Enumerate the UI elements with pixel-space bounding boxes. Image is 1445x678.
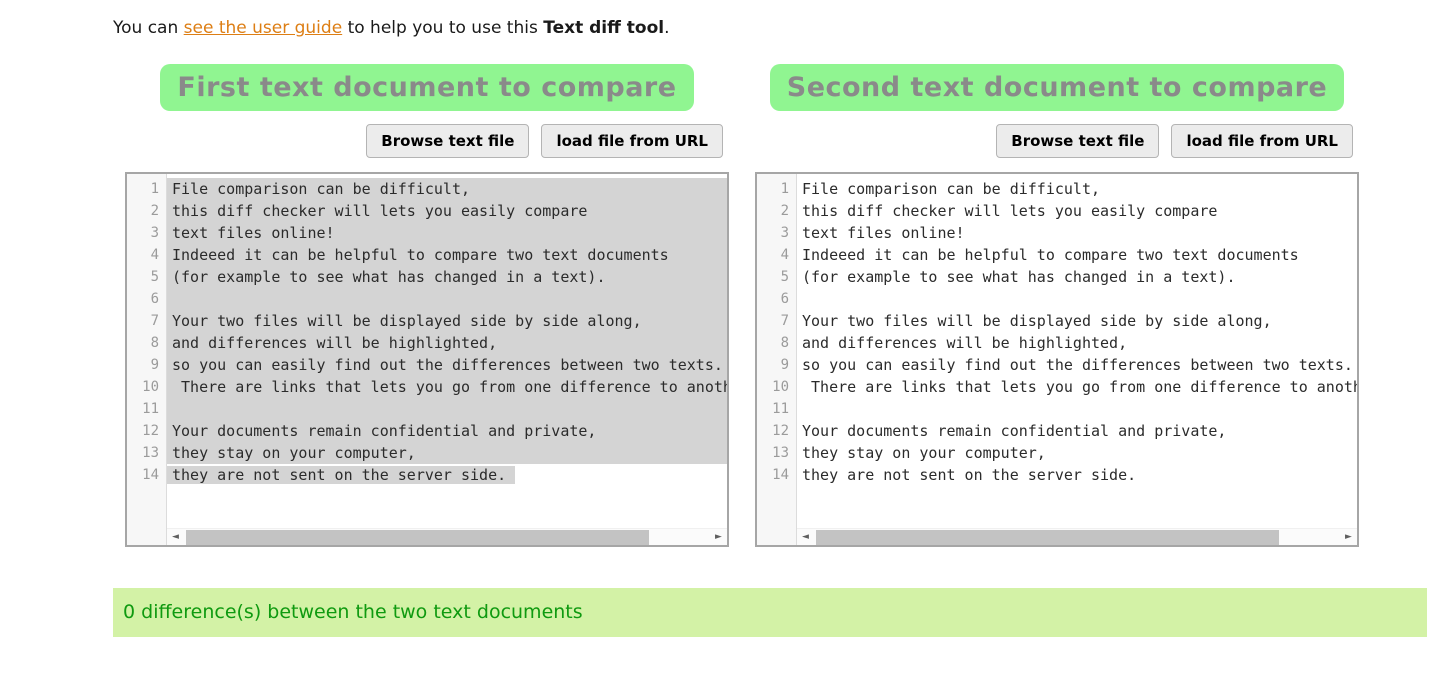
editor-line [167,288,727,310]
line-number: 4 [757,244,796,266]
selected-text: they are not sent on the server side. [167,466,515,484]
editor-line: (for example to see what has changed in … [797,266,1357,288]
load-file-from-url-button[interactable]: load file from URL [1171,124,1353,158]
browse-text-file-button[interactable]: Browse text file [996,124,1159,158]
editor-line: they are not sent on the server side. [167,464,727,486]
line-number: 7 [127,310,166,332]
editor-line: Your two files will be displayed side by… [797,310,1357,332]
user-guide-link[interactable]: see the user guide [184,18,343,38]
editor-line: There are links that lets you go from on… [167,376,727,398]
editor-line [797,288,1357,310]
editor-line: so you can easily find out the differenc… [167,354,727,376]
scroll-right-arrow-icon[interactable]: ► [710,529,727,546]
line-number: 6 [757,288,796,310]
second-panel-title: Second text document to compare [770,64,1345,111]
scroll-right-arrow-icon[interactable]: ► [1340,529,1357,546]
scroll-left-arrow-icon[interactable]: ◄ [167,529,184,546]
line-number: 13 [127,442,166,464]
horizontal-scrollbar[interactable]: ◄ ► [797,528,1357,545]
diff-status-bar: 0 difference(s) between the two text doc… [113,588,1427,637]
text-diff-page: You can see the user guide to help you t… [0,0,1445,678]
first-panel-title: First text document to compare [160,64,693,111]
editor-line: they stay on your computer, [797,442,1357,464]
scrollbar-track[interactable] [814,529,1340,546]
second-document-panel: Second text document to compare Browse t… [755,64,1359,547]
editor-line: File comparison can be difficult, [797,178,1357,200]
editor-line: text files online! [797,222,1357,244]
first-document-panel: First text document to compare Browse te… [125,64,729,547]
second-panel-header-wrap: Second text document to compare [755,64,1359,111]
line-number: 1 [757,178,796,200]
editor-line: text files online! [167,222,727,244]
first-panel-buttons: Browse text file load file from URL [366,124,723,158]
line-number: 5 [127,266,166,288]
editor-content[interactable]: File comparison can be difficult,this di… [167,174,727,545]
editor-line: so you can easily find out the differenc… [797,354,1357,376]
line-number-gutter: 1234567891011121314 [127,174,167,545]
line-number: 3 [127,222,166,244]
line-number: 9 [757,354,796,376]
load-file-from-url-button[interactable]: load file from URL [541,124,723,158]
line-number: 12 [127,420,166,442]
line-number: 10 [127,376,166,398]
line-number: 13 [757,442,796,464]
line-number: 12 [757,420,796,442]
editor-line: they stay on your computer, [167,442,727,464]
scrollbar-thumb[interactable] [816,530,1279,545]
line-number: 2 [127,200,166,222]
line-number-gutter: 1234567891011121314 [757,174,797,545]
editor-line: File comparison can be difficult, [167,178,727,200]
editor-line: and differences will be highlighted, [797,332,1357,354]
line-number: 3 [757,222,796,244]
editor-line: Your documents remain confidential and p… [167,420,727,442]
line-number: 14 [127,464,166,486]
line-number: 8 [757,332,796,354]
intro-suffix: . [664,18,669,38]
intro-middle: to help you to use this [342,18,543,38]
editor-line: Indeeed it can be helpful to compare two… [167,244,727,266]
second-panel-buttons: Browse text file load file from URL [996,124,1353,158]
editor-line: this diff checker will lets you easily c… [797,200,1357,222]
editor-line: Your documents remain confidential and p… [797,420,1357,442]
horizontal-scrollbar[interactable]: ◄ ► [167,528,727,545]
scrollbar-track[interactable] [184,529,710,546]
editor-line: (for example to see what has changed in … [167,266,727,288]
editor-line: they are not sent on the server side. [797,464,1357,486]
line-number: 9 [127,354,166,376]
editor-line [797,398,1357,420]
editor-line: this diff checker will lets you easily c… [167,200,727,222]
first-text-editor[interactable]: 1234567891011121314 File comparison can … [125,172,729,547]
line-number: 6 [127,288,166,310]
line-number: 11 [127,398,166,420]
line-number: 1 [127,178,166,200]
first-panel-header-wrap: First text document to compare [125,64,729,111]
line-number: 10 [757,376,796,398]
intro-text: You can see the user guide to help you t… [113,18,670,38]
editor-content[interactable]: File comparison can be difficult,this di… [797,174,1357,545]
line-number: 2 [757,200,796,222]
line-number: 8 [127,332,166,354]
editor-lines: File comparison can be difficult,this di… [167,174,727,486]
editor-line: Your two files will be displayed side by… [167,310,727,332]
tool-name: Text diff tool [543,18,664,38]
editor-line: and differences will be highlighted, [167,332,727,354]
scrollbar-thumb[interactable] [186,530,649,545]
intro-prefix: You can [113,18,184,38]
line-number: 14 [757,464,796,486]
editor-line: Indeeed it can be helpful to compare two… [797,244,1357,266]
editor-lines: File comparison can be difficult,this di… [797,174,1357,486]
line-number: 4 [127,244,166,266]
scroll-left-arrow-icon[interactable]: ◄ [797,529,814,546]
line-number: 11 [757,398,796,420]
editor-line [167,398,727,420]
line-number: 7 [757,310,796,332]
line-number: 5 [757,266,796,288]
editor-line: There are links that lets you go from on… [797,376,1357,398]
second-text-editor[interactable]: 1234567891011121314 File comparison can … [755,172,1359,547]
browse-text-file-button[interactable]: Browse text file [366,124,529,158]
